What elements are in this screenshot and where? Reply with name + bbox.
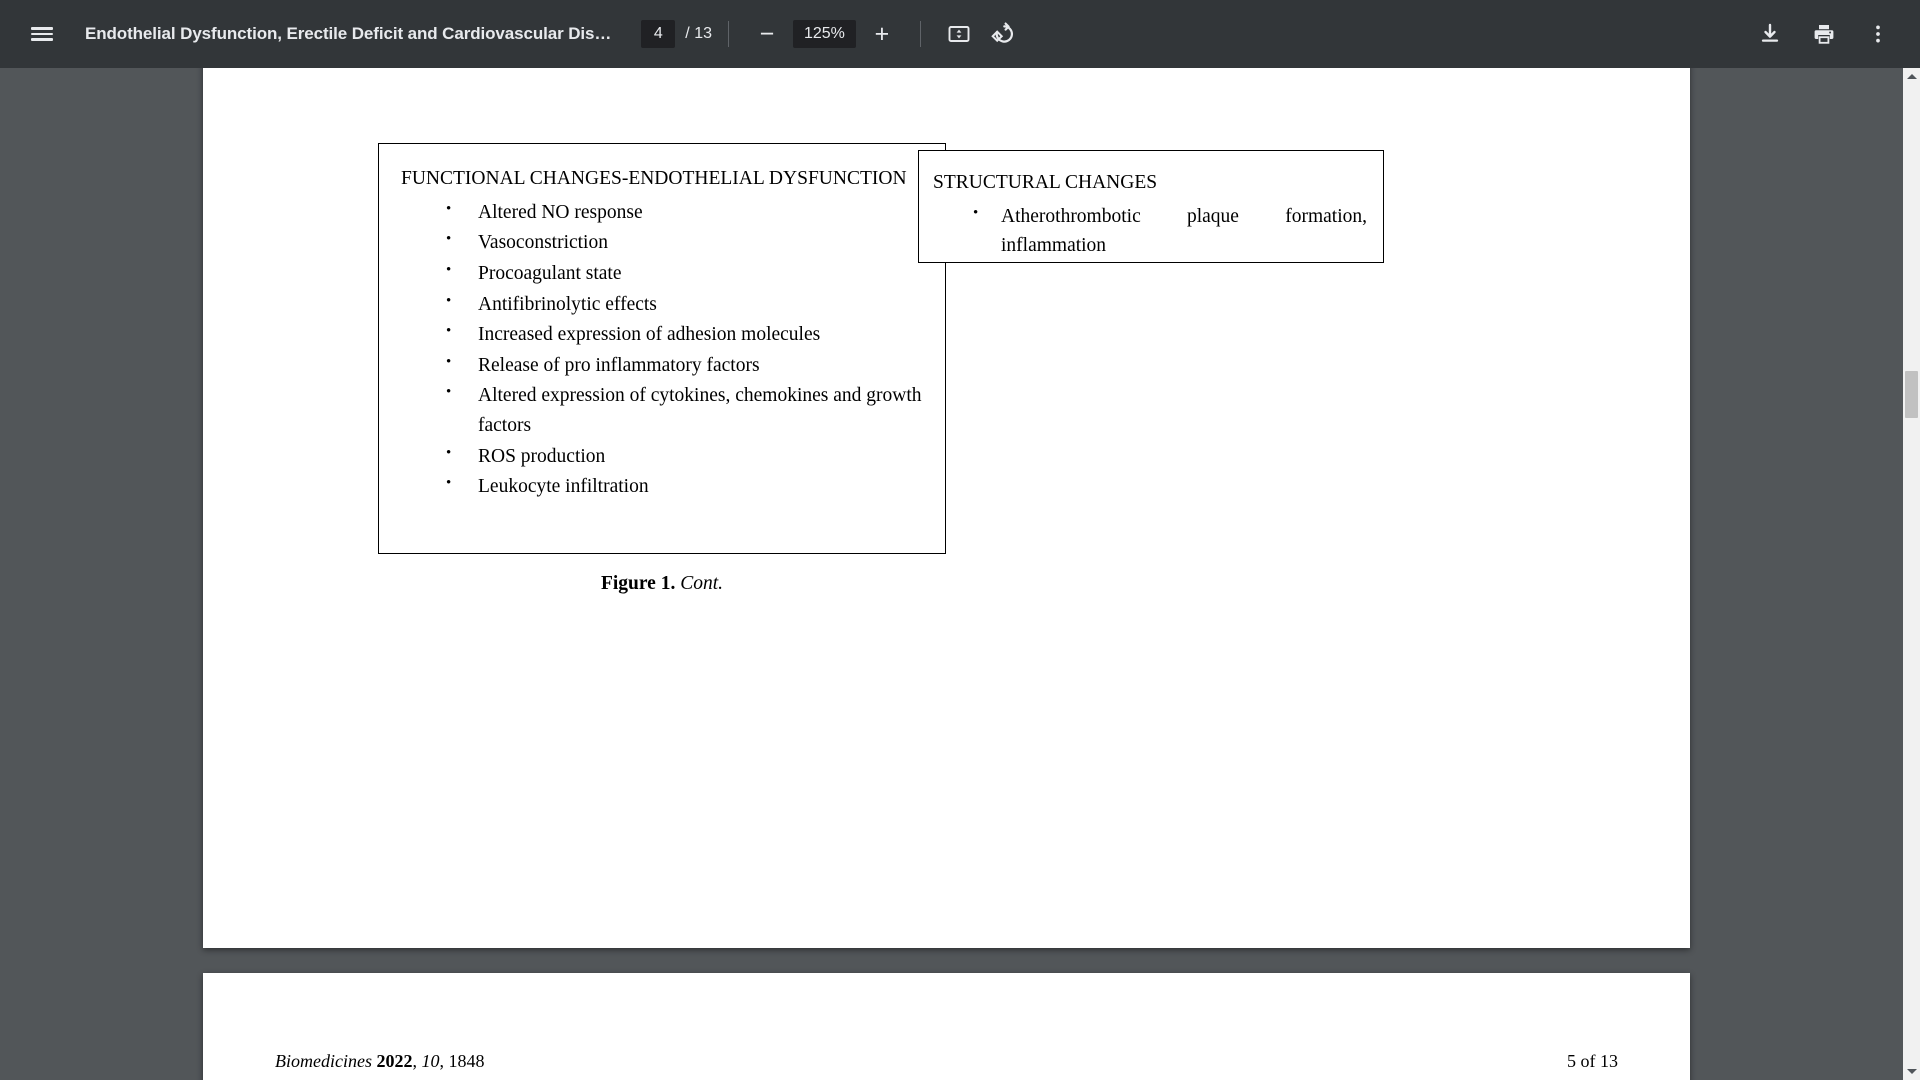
running-head-volume: 10 — [421, 1051, 440, 1071]
list-item: Procoagulant state — [401, 259, 923, 289]
running-head-page-number: 5 of 13 — [1567, 1051, 1618, 1071]
figure-caption: Figure 1. Cont. — [378, 573, 946, 595]
structural-changes-box: STRUCTURAL CHANGES Atherothrombotic plaq… — [918, 150, 1384, 263]
page-navigation: / 13 — [641, 20, 712, 48]
running-head-left: Biomedicines 2022, 10, 1848 — [275, 1051, 485, 1071]
scroll-down-arrow-button[interactable] — [1903, 1063, 1920, 1080]
functional-box-title: FUNCTIONAL CHANGES-ENDOTHELIAL DYSFUNCTI… — [401, 168, 907, 189]
list-item: Atherothrombotic plaque formation, infla… — [933, 202, 1369, 261]
chevron-down-icon — [1906, 1069, 1917, 1074]
toolbar-separator-1 — [727, 21, 729, 47]
running-head-article: , 1848 — [439, 1051, 485, 1071]
list-item: Vasoconstriction — [401, 228, 923, 258]
pdf-page-5: Biomedicines 2022, 10, 1848 5 of 13 — [203, 973, 1690, 1080]
scroll-up-arrow-button[interactable] — [1903, 68, 1920, 85]
zoom-in-button[interactable]: + — [860, 12, 904, 56]
functional-box-list: Altered NO response Vasoconstriction Pro… — [401, 198, 923, 502]
figure-caption-label: Figure 1. — [600, 573, 676, 594]
running-head-year: 2022 — [376, 1051, 413, 1071]
toolbar-right-actions — [1738, 12, 1900, 56]
list-item: Leukocyte infiltration — [401, 472, 923, 502]
page-count-label: / 13 — [685, 25, 712, 42]
more-options-button[interactable] — [1856, 12, 1900, 56]
print-button[interactable] — [1802, 12, 1846, 56]
fit-to-page-icon — [947, 22, 971, 46]
list-item: Altered expression of cytokines, chemoki… — [401, 381, 923, 440]
toolbar-separator-2 — [919, 21, 921, 47]
list-item: ROS production — [401, 442, 923, 472]
rotate-counterclockwise-icon — [991, 22, 1015, 46]
plus-icon: + — [874, 19, 890, 48]
list-item: Release of pro inflammatory factors — [401, 351, 923, 381]
pdf-page-4: FUNCTIONAL CHANGES-ENDOTHELIAL DYSFUNCTI… — [203, 68, 1690, 948]
functional-changes-box: FUNCTIONAL CHANGES-ENDOTHELIAL DYSFUNCTI… — [378, 143, 946, 554]
document-title: Endothelial Dysfunction, Erectile Defici… — [85, 24, 612, 43]
structural-box-title: STRUCTURAL CHANGES — [933, 172, 1158, 193]
vertical-scrollbar[interactable] — [1903, 68, 1920, 1080]
print-icon — [1812, 22, 1836, 46]
figure-caption-continuation: Cont. — [680, 573, 724, 594]
more-vertical-icon — [1866, 22, 1890, 46]
pdf-toolbar: Endothelial Dysfunction, Erectile Defici… — [0, 0, 1920, 68]
download-icon — [1758, 22, 1782, 46]
zoom-level-display[interactable]: 125% — [792, 20, 856, 48]
hamburger-menu-icon — [31, 24, 53, 44]
running-head-journal: Biomedicines — [275, 1051, 372, 1071]
page-number-input[interactable] — [641, 20, 676, 48]
zoom-out-button[interactable]: − — [745, 12, 789, 56]
minus-icon: − — [759, 19, 775, 48]
rotate-button[interactable] — [981, 12, 1025, 56]
list-item: Altered NO response — [401, 198, 923, 228]
chevron-up-icon — [1906, 74, 1917, 79]
scrollbar-thumb[interactable] — [1905, 371, 1918, 418]
download-button[interactable] — [1748, 12, 1792, 56]
list-item: Antifibrinolytic effects — [401, 290, 923, 320]
pdf-viewer-area[interactable]: FUNCTIONAL CHANGES-ENDOTHELIAL DYSFUNCTI… — [0, 68, 1920, 1080]
hamburger-menu-button[interactable] — [20, 12, 64, 56]
structural-box-list: Atherothrombotic plaque formation, infla… — [933, 202, 1369, 261]
zoom-controls: − 125% + — [745, 12, 904, 56]
list-item: Increased expression of adhesion molecul… — [401, 320, 923, 350]
fit-to-page-button[interactable] — [937, 12, 981, 56]
